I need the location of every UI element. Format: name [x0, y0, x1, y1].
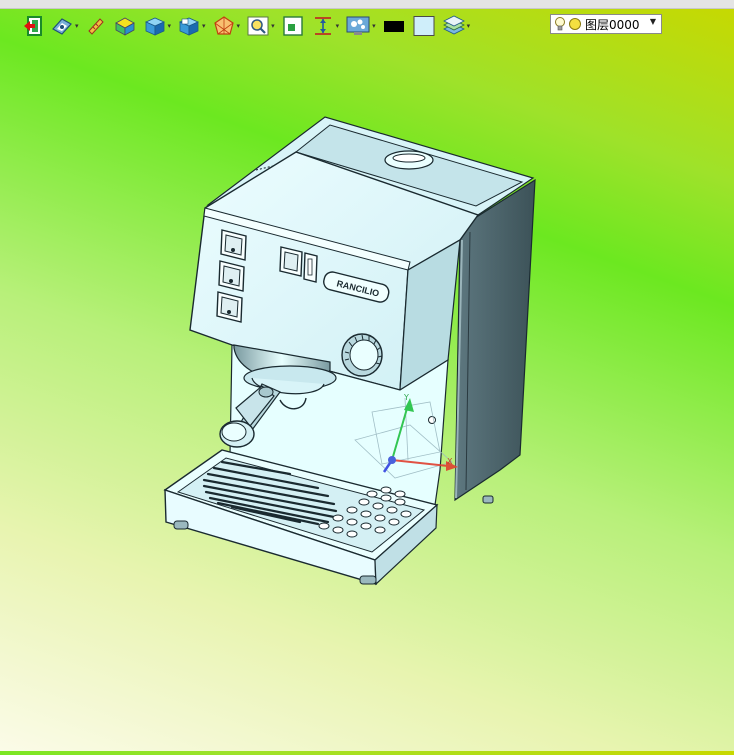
dimension-button[interactable]: ▾: [311, 14, 340, 38]
display-settings-icon: [346, 16, 370, 35]
shaded-solid-button[interactable]: [113, 14, 137, 38]
cube-view-icon: [144, 17, 165, 36]
chevron-down-icon: ▾: [75, 21, 79, 30]
black-color-swatch-button[interactable]: [382, 14, 406, 38]
measure-icon: [87, 18, 104, 35]
chevron-down-icon: ▾: [466, 21, 471, 30]
black-color-swatch: [383, 21, 404, 32]
chevron-down-icon: ▼: [649, 17, 656, 26]
render-style-button[interactable]: ▾: [212, 14, 241, 38]
display-settings-button[interactable]: ▾: [345, 14, 376, 38]
layer-dropdown[interactable]: 图层0000 ▼: [550, 14, 662, 34]
chevron-down-icon: ▾: [202, 21, 206, 30]
view-orient-icon: [52, 18, 72, 35]
lightbulb-icon: [555, 17, 565, 31]
svg-text:X: X: [447, 457, 453, 466]
chevron-down-icon: ▾: [271, 21, 275, 30]
window-top-strip: [0, 0, 734, 9]
view-toolbar: ▾ ▾ ▾ ▾ ▾ ▾ ▾ ▾: [22, 13, 476, 39]
power-switches[interactable]: [216, 229, 247, 323]
layer-dropdown-value: 图层0000: [585, 17, 640, 32]
cube-view-button[interactable]: ▾: [143, 14, 172, 38]
view-orient-button[interactable]: ▾: [50, 14, 79, 38]
model-canvas: RANCILIO Y X: [163, 116, 536, 586]
dimension-icon: [314, 17, 331, 35]
svg-text:Y: Y: [403, 393, 409, 402]
render-style-icon: [213, 16, 234, 35]
light-blue-color-swatch-button[interactable]: [412, 14, 436, 38]
sun-circle-icon: [569, 18, 581, 30]
steam-knob[interactable]: [341, 333, 383, 377]
chevron-down-icon: ▾: [372, 21, 376, 30]
chevron-down-icon: ▾: [236, 21, 241, 30]
light-blue-color-swatch: [413, 16, 435, 36]
layers-button[interactable]: ▾: [442, 14, 471, 38]
cube-section-icon: [179, 17, 200, 36]
layers-icon: [442, 15, 465, 35]
3d-viewport[interactable]: RANCILIO Y X: [0, 40, 734, 751]
zoom-fit-icon: [247, 16, 269, 36]
zoom-fit-button[interactable]: ▾: [246, 14, 275, 38]
cube-section-button[interactable]: ▾: [177, 14, 206, 38]
shaded-solid-icon: [114, 17, 135, 36]
exit-button[interactable]: [22, 14, 44, 38]
zoom-window-icon: [282, 16, 303, 36]
zoom-window-button[interactable]: [281, 14, 305, 38]
measure-button[interactable]: [85, 14, 107, 38]
exit-icon: [24, 16, 42, 36]
chevron-down-icon: ▾: [167, 21, 172, 30]
chevron-down-icon: ▾: [335, 21, 340, 30]
